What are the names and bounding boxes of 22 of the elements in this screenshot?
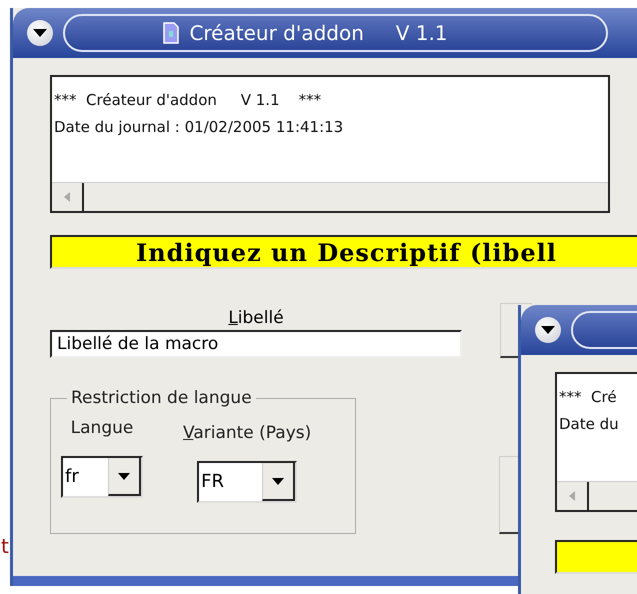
document-icon (163, 22, 180, 44)
instruction-banner: Indiquez un Descriptif (libell (50, 235, 637, 269)
group-title: Restriction de langue (70, 388, 253, 408)
log-line: *** Créateur d'addon V 1.1 *** (54, 90, 322, 111)
window-title: Créateur d'addon V 1.1 (189, 21, 448, 45)
dropdown-arrow-icon (118, 472, 130, 480)
window-menu-button[interactable] (27, 20, 53, 46)
horizontal-scrollbar[interactable] (52, 182, 608, 211)
log-line: Date du (559, 414, 620, 435)
caret-down-icon (541, 326, 555, 334)
label-input-field[interactable]: Libellé de la macro (50, 330, 462, 358)
language-dropdown[interactable]: fr (61, 456, 143, 498)
language-label: Langue (70, 418, 134, 438)
field-label: Libellé (228, 308, 284, 328)
variant-label: Variante (Pays) (183, 423, 312, 443)
window-menu-button[interactable] (535, 317, 561, 343)
variant-dropdown[interactable]: FR (197, 461, 298, 503)
log-line: *** Cré (559, 387, 618, 408)
log-line: Date du journal : 01/02/2005 11:41:13 (54, 117, 344, 138)
dropdown-arrow-icon (272, 478, 284, 484)
background-text-fragment: t (1, 534, 9, 558)
caret-down-icon (33, 29, 47, 37)
